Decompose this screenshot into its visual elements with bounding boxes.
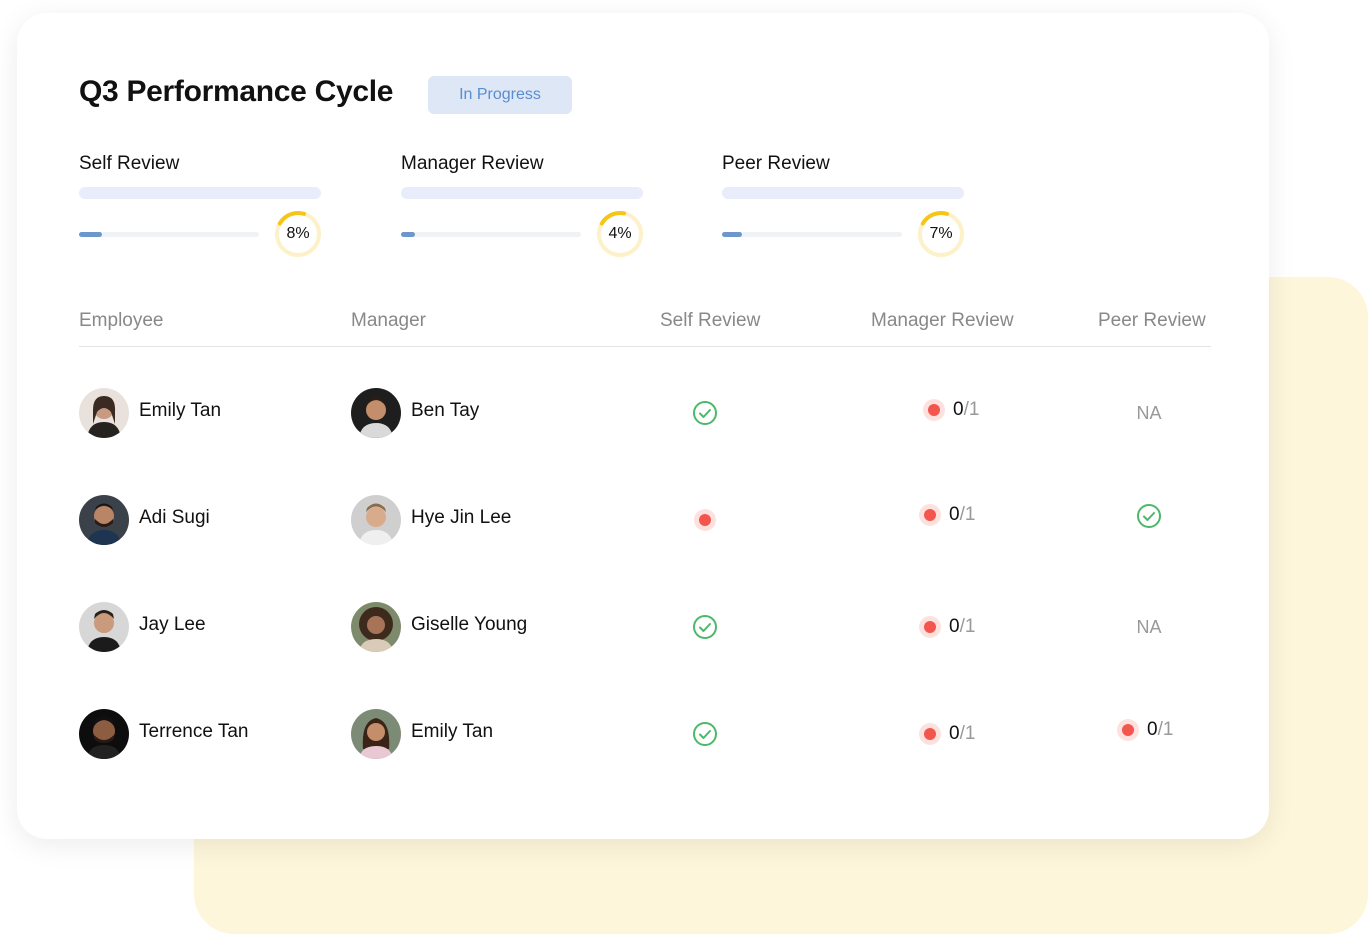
metric-label: Peer Review bbox=[722, 153, 830, 174]
avatar bbox=[79, 388, 129, 438]
review-count: 0 bbox=[949, 723, 960, 744]
review-total: /1 bbox=[963, 399, 980, 420]
metric-progress-fill bbox=[401, 232, 415, 237]
review-count: 0 bbox=[953, 399, 964, 420]
review-count: 0 bbox=[1147, 719, 1158, 740]
table-divider bbox=[79, 346, 1211, 347]
metric-progress-fill bbox=[722, 232, 742, 237]
pending-dot-icon bbox=[919, 504, 941, 526]
manager-review-status: 0/1 bbox=[923, 384, 1003, 436]
metric-progress-track bbox=[79, 232, 259, 237]
manager-name: Giselle Young bbox=[411, 614, 528, 635]
metric-progress-track bbox=[722, 232, 902, 237]
page-title: Q3 Performance Cycle bbox=[79, 75, 394, 108]
performance-cycle-card: Q3 Performance Cycle In Progress Self Re… bbox=[17, 13, 1269, 839]
table-row[interactable]: Emily Tan Ben Tay 0/1 NA bbox=[17, 387, 1269, 439]
review-total: /1 bbox=[959, 616, 976, 637]
avatar bbox=[351, 709, 401, 759]
self-review-status bbox=[691, 387, 719, 439]
avatar bbox=[79, 709, 129, 759]
avatar bbox=[79, 495, 129, 545]
metric-manager-review: Manager Review 4% bbox=[401, 153, 643, 263]
column-header-manager: Manager bbox=[351, 310, 426, 331]
manager-review-status: 0/1 bbox=[919, 708, 999, 760]
self-review-status bbox=[691, 601, 719, 653]
manager-name: Emily Tan bbox=[411, 721, 494, 742]
check-circle-icon bbox=[693, 401, 717, 425]
employee-name: Jay Lee bbox=[139, 614, 206, 635]
status-badge: In Progress bbox=[428, 76, 572, 114]
table-row[interactable]: Jay Lee Giselle Young 0/1 NA bbox=[17, 601, 1269, 653]
employee-name: Adi Sugi bbox=[139, 507, 210, 528]
not-applicable-label: NA bbox=[1136, 402, 1162, 423]
metric-percent: 7% bbox=[929, 225, 953, 242]
review-count: 0 bbox=[949, 504, 960, 525]
metric-progress-track bbox=[401, 232, 581, 237]
employee-name: Emily Tan bbox=[139, 400, 222, 421]
review-total: /1 bbox=[959, 723, 976, 744]
review-total: /1 bbox=[959, 504, 976, 525]
check-circle-icon bbox=[693, 722, 717, 746]
table-row[interactable]: Terrence Tan Emily Tan 0/1 0/1 bbox=[17, 708, 1269, 760]
review-count: 0 bbox=[949, 616, 960, 637]
self-review-status bbox=[691, 708, 719, 760]
peer-review-status: NA bbox=[1129, 601, 1169, 653]
employee-name: Terrence Tan bbox=[139, 721, 249, 742]
self-review-status bbox=[691, 494, 719, 546]
check-circle-icon bbox=[1137, 504, 1161, 528]
metric-peer-review: Peer Review 7% bbox=[722, 153, 964, 263]
peer-review-status: NA bbox=[1129, 387, 1169, 439]
peer-review-status bbox=[1135, 490, 1163, 542]
metric-top-bar bbox=[722, 187, 964, 199]
pending-dot-icon bbox=[919, 616, 941, 638]
check-circle-icon bbox=[693, 615, 717, 639]
column-header-self-review: Self Review bbox=[660, 310, 761, 331]
pending-dot-icon bbox=[919, 723, 941, 745]
manager-review-status: 0/1 bbox=[919, 489, 999, 541]
peer-review-status: 0/1 bbox=[1117, 704, 1197, 756]
avatar bbox=[79, 602, 129, 652]
avatar bbox=[351, 602, 401, 652]
pending-dot-icon bbox=[694, 509, 716, 531]
pending-dot-icon bbox=[1117, 719, 1139, 741]
column-header-peer-review: Peer Review bbox=[1098, 310, 1206, 331]
metric-top-bar bbox=[79, 187, 321, 199]
table-row[interactable]: Adi Sugi Hye Jin Lee 0/1 bbox=[17, 494, 1269, 546]
pending-dot-icon bbox=[923, 399, 945, 421]
metric-label: Manager Review bbox=[401, 153, 544, 174]
metric-percent: 4% bbox=[608, 225, 632, 242]
avatar bbox=[351, 495, 401, 545]
column-header-employee: Employee bbox=[79, 310, 164, 331]
metric-label: Self Review bbox=[79, 153, 180, 174]
metric-self-review: Self Review 8% bbox=[79, 153, 321, 263]
manager-name: Hye Jin Lee bbox=[411, 507, 512, 528]
manager-review-status: 0/1 bbox=[919, 601, 999, 653]
avatar bbox=[351, 388, 401, 438]
manager-name: Ben Tay bbox=[411, 400, 480, 421]
metric-top-bar bbox=[401, 187, 643, 199]
metric-progress-fill bbox=[79, 232, 102, 237]
not-applicable-label: NA bbox=[1136, 616, 1162, 637]
metric-percent: 8% bbox=[286, 225, 310, 242]
review-total: /1 bbox=[1157, 719, 1174, 740]
column-header-manager-review: Manager Review bbox=[871, 310, 1014, 331]
